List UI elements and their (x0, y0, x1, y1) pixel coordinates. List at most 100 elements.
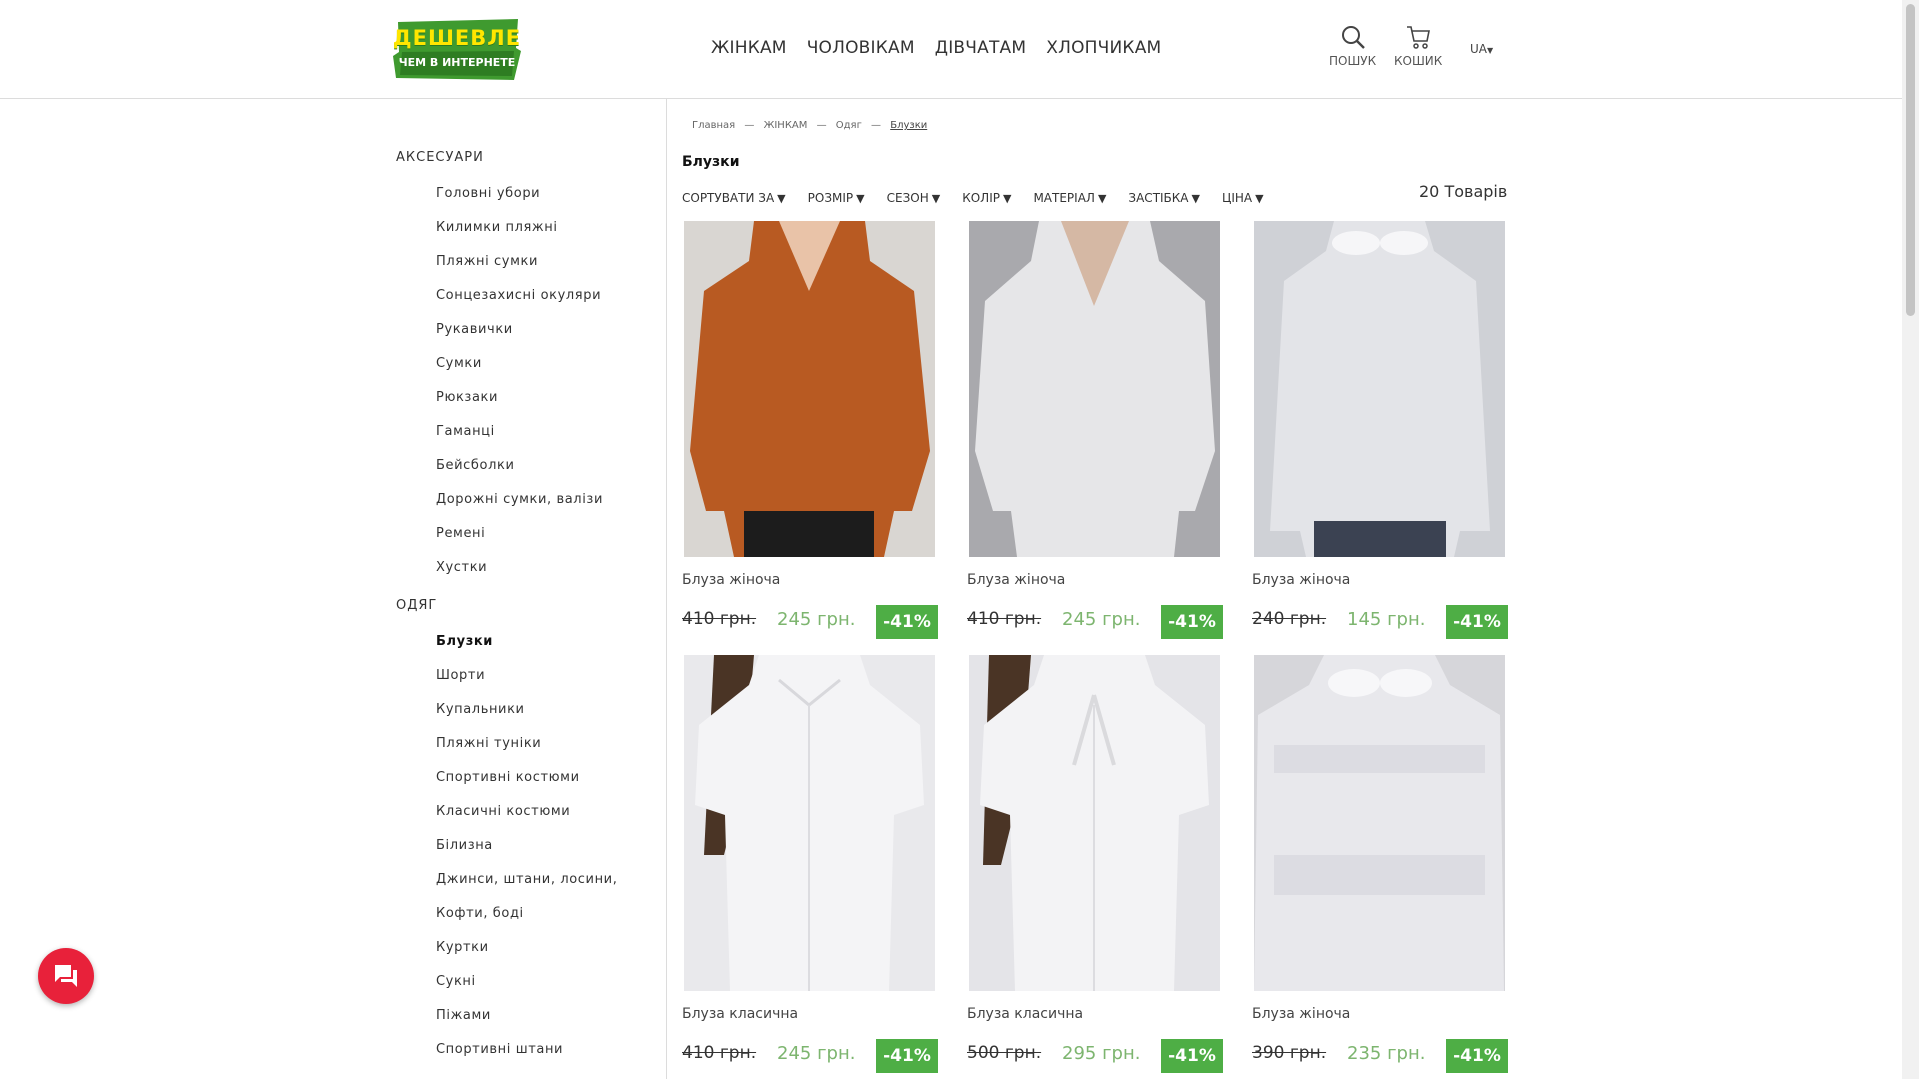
site-header: ДЕШЕВЛЕ ЧЕМ В ИНТЕРНЕТЕ ЖІНКАМ ЧОЛОВІКАМ… (0, 0, 1902, 99)
discount-badge: -41% (1446, 605, 1508, 639)
breadcrumb-women[interactable]: ЖІНКАМ (764, 120, 808, 131)
sidebar-item[interactable]: Ремені (436, 526, 485, 541)
product-card[interactable]: Блуза жіноча 410 грн. 245 грн. -41% (967, 221, 1252, 641)
product-card[interactable]: Блуза жіноча 390 грн. 235 грн. -41% (1252, 655, 1537, 1075)
sidebar-heading-accessories[interactable]: АКСЕСУАРИ (396, 150, 484, 165)
sidebar-item[interactable]: Пляжні сумки (436, 254, 538, 269)
sidebar-item[interactable]: Класичні костюми (436, 804, 570, 819)
cart-label: КОШИК (1394, 54, 1443, 68)
product-old-price: 410 грн. (682, 1043, 757, 1063)
sidebar-item[interactable]: Дорожні сумки, валізи (436, 492, 603, 507)
breadcrumb-current[interactable]: Блузки (890, 120, 927, 131)
sidebar-item[interactable]: Рюкзаки (436, 390, 498, 405)
sidebar-item[interactable]: Сумки (436, 356, 482, 371)
sidebar-divider (666, 98, 667, 1079)
nav-women[interactable]: ЖІНКАМ (711, 38, 787, 58)
product-new-price: 245 грн. (777, 609, 856, 630)
product-name[interactable]: Блуза жіноча (1252, 1006, 1350, 1022)
filter-label: РОЗМІР (807, 191, 854, 205)
sidebar-item[interactable]: Головні убори (436, 186, 540, 201)
product-image[interactable] (684, 655, 935, 991)
sidebar-item-active[interactable]: Блузки (436, 634, 493, 649)
filter-label: КОЛІР (962, 191, 1000, 205)
product-name[interactable]: Блуза жіноча (682, 572, 780, 588)
sidebar-item[interactable]: Білизна (436, 838, 493, 853)
breadcrumb-separator: — (871, 120, 882, 131)
dropdown-arrow-icon: ▼ (1002, 192, 1012, 205)
cart-icon (1407, 26, 1431, 49)
search-label: ПОШУК (1329, 54, 1377, 68)
product-image[interactable] (969, 221, 1220, 557)
sidebar-item[interactable]: Джинси, штани, лосини, (436, 872, 617, 887)
sidebar-item[interactable]: Кофти, боді (436, 906, 524, 921)
main-nav: ЖІНКАМ ЧОЛОВІКАМ ДІВЧАТАМ ХЛОПЧИКАМ (711, 38, 1181, 58)
product-card[interactable]: Блуза жіноча 410 грн. 245 грн. -41% (682, 221, 967, 641)
product-count: 20 Товарів (1419, 182, 1508, 201)
product-name[interactable]: Блуза класична (967, 1006, 1083, 1022)
sidebar-item[interactable]: Сукні (436, 974, 476, 989)
sidebar-item[interactable]: Гаманці (436, 424, 495, 439)
filter-label: СОРТУВАТИ ЗА (682, 191, 775, 205)
site-logo[interactable]: ДЕШЕВЛЕ ЧЕМ В ИНТЕРНЕТЕ (392, 18, 522, 82)
filter-fastener[interactable]: ЗАСТІБКА ▼ (1128, 191, 1200, 205)
scrollbar-thumb[interactable] (1906, 4, 1915, 316)
sidebar-item[interactable]: Спортивні костюми (436, 770, 580, 785)
product-image[interactable] (969, 655, 1220, 991)
product-card[interactable]: Блуза класична 410 грн. 245 грн. -41% (682, 655, 967, 1075)
product-old-price: 410 грн. (682, 609, 757, 629)
logo-line2: ЧЕМ В ИНТЕРНЕТЕ (398, 56, 516, 69)
filter-size[interactable]: РОЗМІР ▼ (808, 191, 865, 205)
filter-label: ЦІНА (1222, 191, 1253, 205)
sidebar-item[interactable]: Піжами (436, 1008, 491, 1023)
sidebar-item[interactable]: Бейсболки (436, 458, 515, 473)
filter-sort[interactable]: СОРТУВАТИ ЗА ▼ (682, 191, 786, 205)
sidebar-heading-clothing[interactable]: ОДЯГ (396, 598, 437, 613)
product-old-price: 390 грн. (1252, 1043, 1327, 1063)
sidebar-item[interactable]: Хустки (436, 560, 487, 575)
filter-price[interactable]: ЦІНА ▼ (1222, 191, 1264, 205)
product-image[interactable] (1254, 655, 1505, 991)
breadcrumb-home[interactable]: Главная (692, 120, 735, 131)
chevron-down-icon: ▼ (1487, 46, 1494, 55)
filter-color[interactable]: КОЛІР ▼ (962, 191, 1011, 205)
sidebar-item[interactable]: Килимки пляжні (436, 220, 558, 235)
product-name[interactable]: Блуза жіноча (967, 572, 1065, 588)
page-scrollbar[interactable] (1902, 0, 1919, 1079)
language-selector[interactable]: UA▼ (1470, 42, 1493, 56)
product-name[interactable]: Блуза класична (682, 1006, 798, 1022)
discount-badge: -41% (876, 1039, 938, 1073)
nav-girls[interactable]: ДІВЧАТАМ (935, 38, 1027, 58)
page-title: Блузки (682, 154, 740, 170)
product-card[interactable]: Блуза класична 500 грн. 295 грн. -41% (967, 655, 1252, 1075)
sidebar-item[interactable]: Рукавички (436, 322, 513, 337)
breadcrumb-separator: — (816, 120, 827, 131)
breadcrumb-separator: — (744, 120, 755, 131)
breadcrumb-clothing[interactable]: Одяг (836, 120, 862, 131)
filter-material[interactable]: МАТЕРІАЛ ▼ (1033, 191, 1106, 205)
product-new-price: 245 грн. (1062, 609, 1141, 630)
discount-badge: -41% (1161, 605, 1223, 639)
nav-men[interactable]: ЧОЛОВІКАМ (807, 38, 915, 58)
sidebar-item[interactable]: Спортивні штани (436, 1042, 563, 1057)
dropdown-arrow-icon: ▼ (1097, 192, 1107, 205)
product-new-price: 295 грн. (1062, 1043, 1141, 1064)
sidebar-item[interactable]: Куртки (436, 940, 489, 955)
filter-label: ЗАСТІБКА (1128, 191, 1189, 205)
chat-button[interactable] (38, 948, 94, 1004)
product-card[interactable]: Блуза жіноча 240 грн. 145 грн. -41% (1252, 221, 1537, 641)
sidebar-item[interactable]: Пляжні туніки (436, 736, 541, 751)
breadcrumb: Главная — ЖІНКАМ — Одяг — Блузки (692, 120, 933, 131)
dropdown-arrow-icon: ▼ (931, 192, 941, 205)
sidebar-item[interactable]: Купальники (436, 702, 525, 717)
filter-season[interactable]: СЕЗОН ▼ (887, 191, 941, 205)
sidebar-item[interactable]: Шорти (436, 668, 485, 683)
cart-button[interactable]: КОШИК (1394, 24, 1442, 68)
product-name[interactable]: Блуза жіноча (1252, 572, 1350, 588)
product-new-price: 235 грн. (1347, 1043, 1426, 1064)
search-button[interactable]: ПОШУК (1329, 24, 1376, 68)
dropdown-arrow-icon: ▼ (856, 192, 865, 205)
product-image[interactable] (684, 221, 935, 557)
nav-boys[interactable]: ХЛОПЧИКАМ (1046, 38, 1161, 58)
sidebar-item[interactable]: Сонцезахисні окуляри (436, 288, 601, 303)
product-image[interactable] (1254, 221, 1505, 557)
